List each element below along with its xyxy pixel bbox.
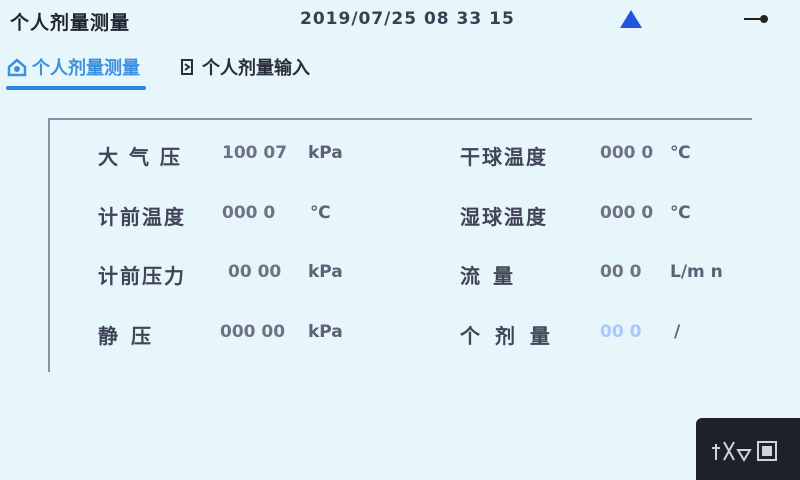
tab-bar: 个人剂量测量 个人剂量输入 xyxy=(0,44,800,90)
home-icon xyxy=(7,58,27,77)
param-label: 大 气 压 xyxy=(98,145,182,169)
param-unit: ℃ xyxy=(670,143,691,163)
param-unit: kPa xyxy=(308,322,343,342)
param-value: 000 0 xyxy=(600,143,654,163)
param-label: 静 压 xyxy=(98,324,154,348)
tab-label: 个人剂量测量 xyxy=(32,58,140,79)
param-value: 00 00 xyxy=(228,262,282,282)
datetime-display: 2019/07/25 08 33 15 xyxy=(300,9,515,29)
tab-personal-dose-measure[interactable]: 个人剂量测量 xyxy=(6,50,146,90)
key-icon[interactable] xyxy=(744,13,770,25)
status-bar: 个人剂量测量 2019/07/25 08 33 15 xyxy=(0,0,800,40)
param-unit: kPa xyxy=(308,262,343,282)
param-label: 干球温度 xyxy=(460,145,548,169)
param-label: 计前压力 xyxy=(98,264,186,288)
param-value: 000 0 xyxy=(600,203,654,223)
param-unit: kPa xyxy=(308,143,343,163)
exit-icon[interactable] xyxy=(708,438,780,464)
tab-personal-dose-input[interactable]: 个人剂量输入 xyxy=(176,50,310,84)
param-unit: ℃ xyxy=(310,203,331,223)
param-label: 计前温度 xyxy=(98,205,186,229)
param-value: 000 00 xyxy=(220,322,286,342)
page-title: 个人剂量测量 xyxy=(10,12,131,34)
param-value: 00 0 xyxy=(600,322,642,342)
input-icon xyxy=(181,59,193,75)
tab-label: 个人剂量输入 xyxy=(202,58,310,79)
param-label: 湿球温度 xyxy=(460,205,548,229)
warning-triangle-icon[interactable] xyxy=(620,10,642,28)
param-unit: ℃ xyxy=(670,203,691,223)
param-label: 流 量 xyxy=(460,264,516,288)
param-unit: / xyxy=(674,322,681,342)
param-label: 个 剂 量 xyxy=(460,324,554,348)
param-value: 100 07 xyxy=(222,143,288,163)
param-value: 00 0 xyxy=(600,262,642,282)
param-unit: L/m n xyxy=(670,262,723,282)
param-value: 000 0 xyxy=(222,203,276,223)
